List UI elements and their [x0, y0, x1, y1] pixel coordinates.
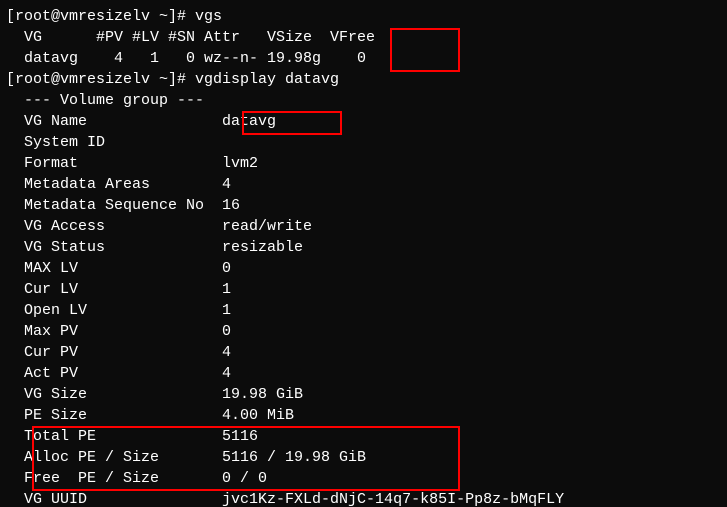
row-alloc-pe: Alloc PE / Size 5116 / 19.98 GiB	[6, 447, 727, 468]
row-vg-size: VG Size 19.98 GiB	[6, 384, 727, 405]
row-system-id: System ID	[6, 132, 727, 153]
row-format: Format lvm2	[6, 153, 727, 174]
command-vgs: vgs	[195, 8, 222, 25]
row-max-pv: Max PV 0	[6, 321, 727, 342]
row-pe-size: PE Size 4.00 MiB	[6, 405, 727, 426]
row-vg-uuid: VG UUID jvc1Kz-FXLd-dNjC-14q7-k85I-Pp8z-…	[6, 489, 727, 507]
vgs-header: VG #PV #LV #SN Attr VSize VFree	[6, 27, 727, 48]
row-open-lv: Open LV 1	[6, 300, 727, 321]
terminal-screen[interactable]: [root@vmresizelv ~]# vgs VG #PV #LV #SN …	[0, 0, 727, 507]
shell-prompt: [root@vmresizelv ~]#	[6, 8, 195, 25]
row-vg-status: VG Status resizable	[6, 237, 727, 258]
row-cur-pv: Cur PV 4	[6, 342, 727, 363]
row-vg-access: VG Access read/write	[6, 216, 727, 237]
prompt-line-1: [root@vmresizelv ~]# vgs	[6, 6, 727, 27]
volume-group-separator: --- Volume group ---	[6, 90, 727, 111]
row-cur-lv: Cur LV 1	[6, 279, 727, 300]
vgs-row-datavg: datavg 4 1 0 wz--n- 19.98g 0	[6, 48, 727, 69]
row-max-lv: MAX LV 0	[6, 258, 727, 279]
command-vgdisplay: vgdisplay datavg	[195, 71, 339, 88]
row-metadata-sequence: Metadata Sequence No 16	[6, 195, 727, 216]
row-act-pv: Act PV 4	[6, 363, 727, 384]
prompt-line-2: [root@vmresizelv ~]# vgdisplay datavg	[6, 69, 727, 90]
row-metadata-areas: Metadata Areas 4	[6, 174, 727, 195]
row-free-pe: Free PE / Size 0 / 0	[6, 468, 727, 489]
shell-prompt: [root@vmresizelv ~]#	[6, 71, 195, 88]
row-vg-name: VG Name datavg	[6, 111, 727, 132]
row-total-pe: Total PE 5116	[6, 426, 727, 447]
